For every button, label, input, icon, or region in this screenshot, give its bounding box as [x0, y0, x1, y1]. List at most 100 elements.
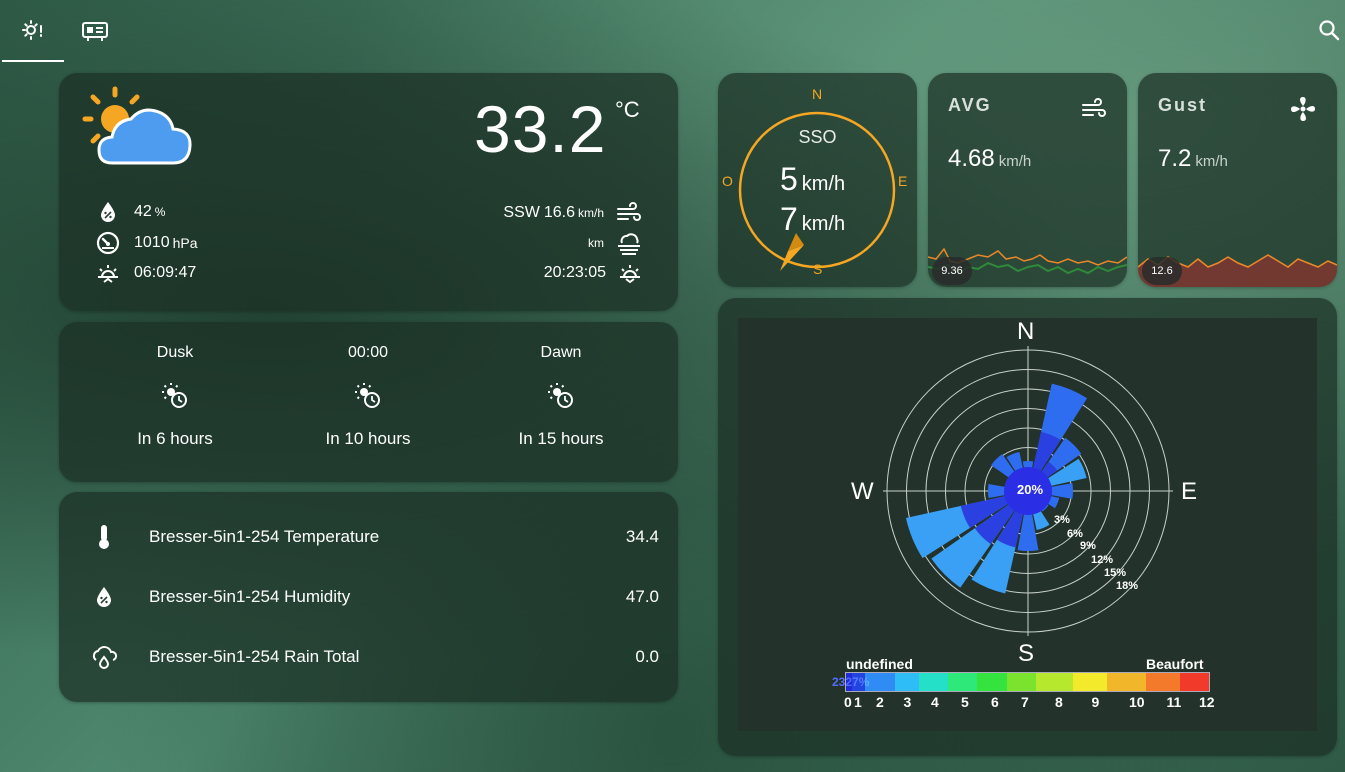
beaufort-scale-label: 10: [1129, 694, 1145, 710]
wind-row: SSW 16.6 km/h: [503, 201, 642, 225]
sun-clock-icon: [161, 382, 189, 410]
fog-icon: [616, 231, 642, 255]
ring-label-9: 9%: [1080, 540, 1096, 552]
legend-left-label: undefined: [846, 656, 913, 672]
beaufort-swatch: [1145, 673, 1180, 691]
gust-title: Gust: [1158, 95, 1208, 115]
sun-event-dusk[interactable]: Dusk In 6 hours: [115, 344, 235, 449]
weather-station-icon: [82, 20, 108, 42]
beaufort-scale-label: 5: [961, 694, 969, 710]
sun-clock-icon: [354, 382, 382, 410]
ring-label-15: 15%: [1104, 567, 1127, 579]
sensor-name: Bresser-5in1-254 Temperature: [149, 527, 380, 546]
weather-forecast-card[interactable]: 33.2 °C 42 % 1010 hPa 06:09:47 SSW 16.6 …: [59, 73, 678, 311]
beaufort-scale-label: 12: [1199, 694, 1215, 710]
search-icon: [1317, 18, 1341, 42]
beaufort-swatch: [1035, 673, 1073, 691]
sunrise-row: 06:09:47: [96, 261, 196, 285]
compass-east: E: [898, 173, 908, 189]
beaufort-scale-label: 6: [991, 694, 999, 710]
compass-west: O: [722, 173, 733, 189]
beaufort-swatch: [1072, 673, 1107, 691]
humidity-unit: %: [154, 205, 166, 219]
gust-unit: km/h: [1195, 153, 1228, 170]
avg-value: 4.68: [948, 145, 995, 172]
sun-events-card: Dusk In 6 hours 00:00 In 10 hours Dawn I…: [59, 322, 678, 482]
sensor-row-rain[interactable]: Bresser-5in1-254 Rain Total 0.0: [89, 642, 659, 672]
search-button[interactable]: [1311, 12, 1345, 48]
sun-event-relative: In 6 hours: [137, 429, 213, 448]
beaufort-swatch: [894, 673, 919, 691]
top-bar: [0, 0, 1345, 62]
beaufort-scale-label: 2: [876, 694, 884, 710]
tab-weather[interactable]: [2, 0, 64, 62]
windrose-card[interactable]: N S W E 20% 3% 6% 9% 12% 15% 18% undefin…: [718, 298, 1337, 756]
temperature-value: 33.2: [474, 92, 607, 166]
windrose-east: E: [1181, 478, 1198, 505]
sensor-row-temperature[interactable]: Bresser-5in1-254 Temperature 34.4: [89, 522, 659, 552]
beaufort-scale-label: 4: [931, 694, 939, 710]
wind-unit: km/h: [577, 206, 604, 220]
weather-rainy-icon: [89, 644, 119, 670]
sun-event-label: Dusk: [156, 344, 194, 361]
beaufort-legend-bar: [845, 672, 1210, 692]
humidity-row: 42 %: [97, 201, 165, 223]
sun-event-label: 00:00: [347, 344, 389, 361]
sunset-icon: [618, 261, 642, 285]
wind-compass-card[interactable]: N E S O SSO 5 km/h 7 km/h: [718, 73, 917, 287]
sunrise-icon: [96, 261, 120, 285]
sensor-value: 0.0: [635, 647, 659, 666]
sun-event-midnight[interactable]: 00:00 In 10 hours: [308, 344, 428, 449]
sensors-card: Bresser-5in1-254 Temperature 34.4 Bresse…: [59, 492, 678, 702]
ring-label-3: 3%: [1054, 514, 1070, 526]
gust-max-badge: 12.6: [1142, 257, 1182, 285]
beaufort-scale-label: 9: [1091, 694, 1100, 710]
sun-clock-icon: [547, 382, 575, 410]
beaufort-scale: 0 1 2 3 4 5 6 7 8 9 10 11 12: [844, 694, 1215, 712]
compass-north: N: [812, 86, 823, 102]
gust-value: 7.2: [1158, 145, 1192, 172]
gust-value-row: 7.2 km/h: [1158, 145, 1228, 173]
sun-event-dawn[interactable]: Dawn In 15 hours: [501, 344, 621, 449]
sensor-row-humidity[interactable]: Bresser-5in1-254 Humidity 47.0: [89, 582, 659, 612]
visibility-unit: km: [588, 236, 604, 250]
beaufort-swatch: [1179, 673, 1210, 691]
compass-direction: SSO: [798, 127, 837, 147]
avg-max-badge: 9.36: [932, 257, 972, 285]
beaufort-swatch: [919, 673, 949, 691]
sunset-time: 20:23:05: [543, 264, 606, 281]
sensor-name: Bresser-5in1-254 Rain Total: [149, 647, 360, 666]
pressure-value: 1010: [134, 234, 170, 251]
beaufort-scale-label: 0: [844, 694, 852, 710]
tab-device[interactable]: [64, 0, 126, 62]
windrose-south: S: [1018, 640, 1035, 667]
wind-icon: [616, 201, 642, 225]
beaufort-swatch: [1106, 673, 1146, 691]
windrose-north: N: [1017, 318, 1035, 345]
compass-south: S: [813, 261, 823, 277]
avg-wind-card[interactable]: AVG 4.68 km/h 9.36: [928, 73, 1127, 287]
beaufort-swatch: [948, 673, 978, 691]
humidity-value: 42: [134, 203, 152, 220]
pressure-row: 1010 hPa: [96, 231, 198, 255]
pressure-unit: hPa: [172, 235, 198, 251]
gust-wind-card[interactable]: Gust 7.2 km/h 12.6: [1138, 73, 1337, 287]
speed-value: 7: [780, 201, 798, 237]
ring-label-12: 12%: [1091, 554, 1114, 566]
wind-direction: SSW: [503, 204, 540, 221]
ring-label-6: 6%: [1067, 528, 1083, 540]
sun-event-label: Dawn: [540, 344, 582, 361]
windrose-canvas: N S W E 20% 3% 6% 9% 12% 15% 18% undefin…: [738, 318, 1317, 731]
speed-unit: km/h: [801, 213, 846, 235]
gauge-icon: [96, 231, 120, 255]
visibility-row: km: [585, 231, 642, 255]
sun-event-relative: In 15 hours: [518, 429, 604, 448]
weather-alert-icon: [21, 18, 45, 42]
sunrise-time: 06:09:47: [134, 264, 197, 281]
beaufort-swatch: [1006, 673, 1036, 691]
avg-unit: km/h: [998, 153, 1032, 170]
ring-label-18: 18%: [1116, 580, 1139, 592]
windrose-chart: [883, 346, 1173, 636]
wind-icon: [1081, 97, 1107, 121]
beaufort-scale-label: 3: [903, 694, 912, 710]
